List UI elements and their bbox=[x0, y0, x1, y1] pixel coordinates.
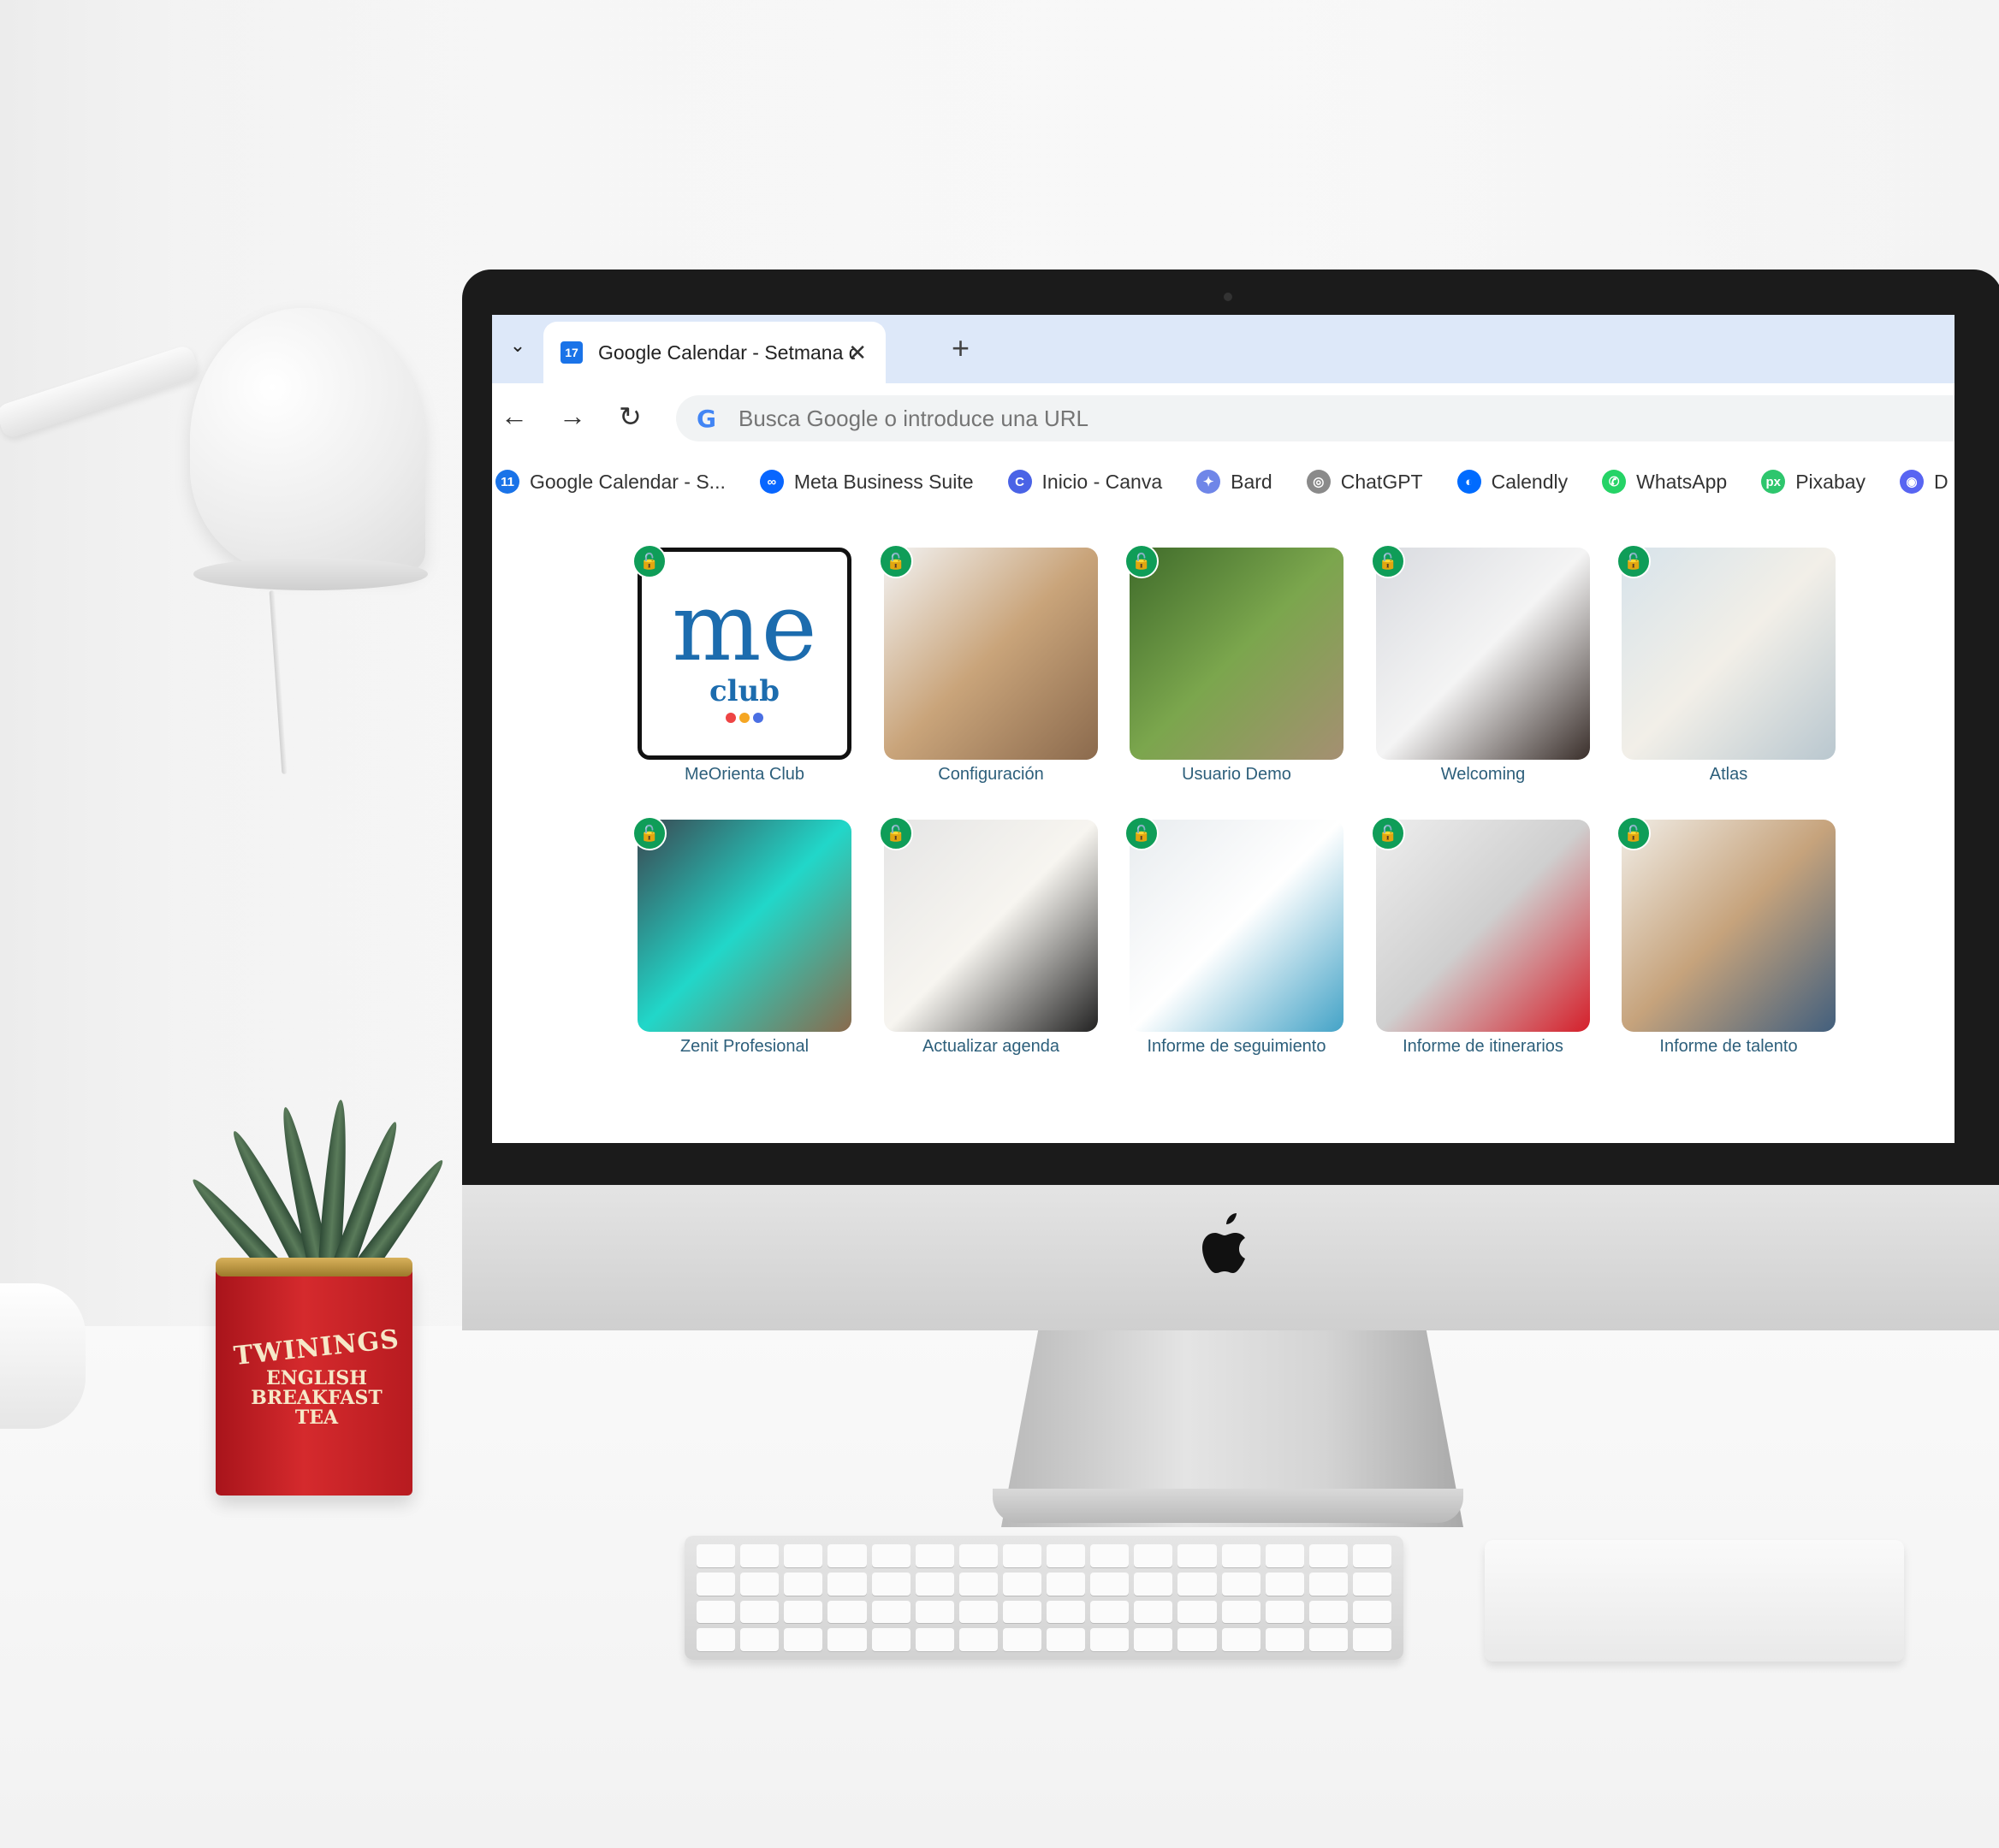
tea-tin-rim bbox=[216, 1258, 412, 1276]
reload-icon[interactable]: ↻ bbox=[619, 400, 642, 433]
shortcut-thumbnail[interactable] bbox=[1130, 820, 1344, 1032]
shortcut-thumbnail[interactable] bbox=[638, 820, 851, 1032]
unlock-icon[interactable]: 🔓 bbox=[1371, 544, 1405, 578]
google-g-icon: G bbox=[697, 404, 716, 433]
bookmark-item[interactable]: ◎ ChatGPT bbox=[1306, 470, 1423, 494]
shortcut-tile[interactable]: 🔓 Informe de talento bbox=[1616, 816, 1841, 1057]
shortcut-label: Welcoming bbox=[1440, 765, 1526, 784]
lamp-base bbox=[0, 1283, 86, 1429]
unlock-icon[interactable]: 🔓 bbox=[879, 816, 913, 850]
bookmark-label: Inicio - Canva bbox=[1041, 470, 1163, 493]
bookmark-item[interactable]: ✆ WhatsApp bbox=[1602, 470, 1727, 494]
logo-dots bbox=[672, 712, 816, 727]
bookmark-label: WhatsApp bbox=[1636, 470, 1728, 493]
address-bar[interactable]: G bbox=[676, 395, 1955, 441]
shortcut-thumbnail[interactable] bbox=[1376, 820, 1590, 1032]
unlock-icon[interactable]: 🔓 bbox=[1124, 816, 1159, 850]
keyboard bbox=[685, 1536, 1403, 1660]
pixabay-icon: px bbox=[1761, 470, 1786, 494]
tab-google-calendar[interactable]: 17 Google Calendar - Setmana del ✕ bbox=[543, 322, 886, 383]
tab-search-chevron-icon[interactable]: ⌄ bbox=[502, 330, 533, 361]
trackpad bbox=[1485, 1540, 1904, 1661]
shortcut-thumbnail[interactable] bbox=[1376, 548, 1590, 760]
shortcut-thumbnail[interactable] bbox=[1622, 820, 1836, 1032]
unlock-icon[interactable]: 🔓 bbox=[632, 544, 667, 578]
calendly-icon: ◐ bbox=[1456, 470, 1481, 494]
shortcut-label: Informe de talento bbox=[1659, 1037, 1798, 1056]
shortcut-thumbnail[interactable] bbox=[1622, 548, 1836, 760]
bookmark-item[interactable]: ◐ Calendly bbox=[1456, 470, 1569, 494]
shortcut-thumbnail[interactable] bbox=[1130, 548, 1344, 760]
bookmark-label: Bard bbox=[1231, 470, 1272, 493]
monitor-foot bbox=[993, 1489, 1463, 1523]
new-tab-button[interactable]: + bbox=[952, 330, 970, 366]
shortcut-tile[interactable]: 🔓 Informe de seguimiento bbox=[1124, 816, 1349, 1057]
bookmark-item[interactable]: C Inicio - Canva bbox=[1007, 470, 1163, 494]
bookmark-item[interactable]: ∞ Meta Business Suite bbox=[759, 470, 974, 494]
lamp-rim bbox=[193, 558, 428, 590]
shortcut-tile[interactable]: 🔓 Zenit Profesional bbox=[632, 816, 857, 1057]
bookmark-item[interactable]: ✦ Bard bbox=[1196, 470, 1272, 494]
whatsapp-icon: ✆ bbox=[1602, 470, 1627, 494]
shortcut-thumbnail[interactable] bbox=[884, 548, 1098, 760]
browser-window: ⌄ 17 Google Calendar - Setmana del ✕ + ←… bbox=[492, 315, 1955, 1143]
shortcut-tile[interactable]: 🔓 Welcoming bbox=[1371, 544, 1595, 785]
shortcut-tile[interactable]: 🔓 Usuario Demo bbox=[1124, 544, 1349, 785]
calendar-icon: 17 bbox=[561, 341, 583, 364]
bookmark-item[interactable]: ◉ D bbox=[1900, 470, 1949, 494]
calendar-icon: 11 bbox=[495, 470, 519, 494]
apple-logo-icon bbox=[1202, 1213, 1245, 1273]
bookmark-label: D bbox=[1934, 470, 1949, 493]
shortcut-label: Configuración bbox=[938, 765, 1044, 784]
tab-title: Google Calendar - Setmana del bbox=[598, 341, 855, 364]
shortcut-label: Usuario Demo bbox=[1182, 765, 1291, 784]
shortcut-label: Actualizar agenda bbox=[922, 1037, 1060, 1056]
shortcut-thumbnail[interactable] bbox=[884, 820, 1098, 1032]
lamp-cord bbox=[269, 590, 288, 774]
bookmark-label: ChatGPT bbox=[1340, 470, 1423, 493]
unlock-icon[interactable]: 🔓 bbox=[1616, 816, 1651, 850]
bookmark-label: Meta Business Suite bbox=[793, 470, 974, 493]
back-arrow-icon[interactable]: ← bbox=[501, 400, 528, 432]
shortcut-tile[interactable]: 🔓 me club MeOrienta Club bbox=[632, 544, 857, 785]
lamp-shade bbox=[190, 308, 425, 573]
unlock-icon[interactable]: 🔓 bbox=[1371, 816, 1405, 850]
unlock-icon[interactable]: 🔓 bbox=[879, 544, 913, 578]
tab-strip: ⌄ 17 Google Calendar - Setmana del ✕ + bbox=[492, 315, 1955, 383]
shortcut-tile[interactable]: 🔓 Configuración bbox=[879, 544, 1103, 785]
tea-tin-label: TWININGS ENGLISH BREAKFAST TEA bbox=[232, 1324, 401, 1429]
chatgpt-icon: ◎ bbox=[1306, 470, 1331, 494]
bookmark-item[interactable]: 11 Google Calendar - S... bbox=[495, 470, 726, 494]
shortcut-tile[interactable]: 🔓 Atlas bbox=[1616, 544, 1841, 785]
shortcut-label: MeOrienta Club bbox=[684, 765, 805, 784]
browser-toolbar: ← → ↻ G bbox=[492, 383, 1955, 452]
shortcut-label: Zenit Profesional bbox=[679, 1037, 810, 1056]
bookmark-item[interactable]: px Pixabay bbox=[1761, 470, 1866, 494]
close-icon[interactable]: ✕ bbox=[848, 340, 867, 366]
shortcut-tile[interactable]: 🔓 Actualizar agenda bbox=[879, 816, 1103, 1057]
discord-icon: ◉ bbox=[1900, 470, 1925, 494]
unlock-icon[interactable]: 🔓 bbox=[1616, 544, 1651, 578]
bookmark-label: Pixabay bbox=[1795, 470, 1866, 493]
forward-arrow-icon[interactable]: → bbox=[559, 400, 586, 432]
logo-me-text: me bbox=[672, 572, 817, 682]
shortcut-label: Informe de itinerarios bbox=[1403, 1037, 1563, 1056]
shortcut-tile[interactable]: 🔓 Informe de itinerarios bbox=[1371, 816, 1595, 1057]
shortcut-label: Informe de seguimiento bbox=[1147, 1037, 1326, 1056]
address-input[interactable] bbox=[736, 404, 1767, 433]
shortcut-label: Atlas bbox=[1709, 765, 1748, 784]
bookmarks-bar: 11 Google Calendar - S... ∞ Meta Business S… bbox=[492, 452, 1955, 512]
bookmark-label: Calendly bbox=[1491, 470, 1569, 493]
shortcut-thumbnail[interactable]: me club bbox=[638, 548, 851, 760]
canva-icon: C bbox=[1007, 470, 1032, 494]
unlock-icon[interactable]: 🔓 bbox=[1124, 544, 1159, 578]
unlock-icon[interactable]: 🔓 bbox=[632, 816, 667, 850]
bard-sparkle-icon: ✦ bbox=[1196, 470, 1221, 494]
camera-dot bbox=[1224, 293, 1232, 301]
bookmark-label: Google Calendar - S... bbox=[530, 470, 726, 493]
meta-icon: ∞ bbox=[759, 470, 784, 494]
